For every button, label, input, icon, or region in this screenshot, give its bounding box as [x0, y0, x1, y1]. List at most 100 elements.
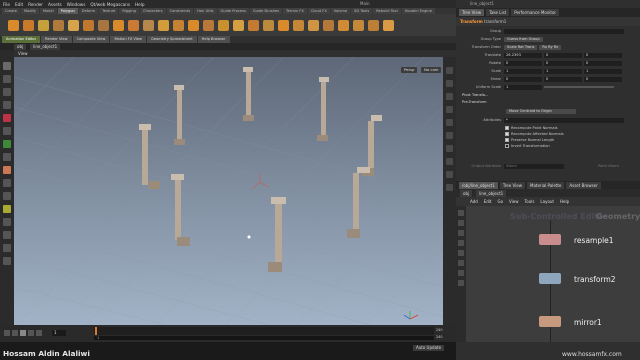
- path-root[interactable]: obj: [14, 43, 27, 50]
- brush-tool-icon[interactable]: [3, 153, 11, 161]
- shear-y-field[interactable]: 0: [544, 76, 582, 82]
- right-path-label[interactable]: line_object1: [470, 0, 494, 8]
- range-end-field[interactable]: 240: [436, 328, 442, 332]
- group-field[interactable]: [504, 28, 624, 34]
- divide-icon[interactable]: [218, 19, 229, 31]
- net-path-root[interactable]: obj: [460, 189, 473, 197]
- recompute-affected-normals-checkbox[interactable]: [505, 132, 509, 136]
- fuse-icon[interactable]: [98, 19, 109, 31]
- shear-x-field[interactable]: 0: [504, 76, 542, 82]
- rotate-z-field[interactable]: 0: [584, 60, 622, 66]
- frame-marker[interactable]: [95, 327, 97, 335]
- tab-motion-fx-view[interactable]: Motion FX View: [110, 36, 146, 43]
- menu-megascans[interactable]: Qt/web Megascans: [90, 2, 130, 7]
- polyknit-icon[interactable]: [113, 19, 124, 31]
- tab-net-tree-view[interactable]: Tree View: [499, 181, 525, 189]
- blast-icon[interactable]: [308, 19, 319, 31]
- menu-edit[interactable]: Edit: [15, 2, 23, 7]
- persp-menu-button[interactable]: Persp: [401, 67, 418, 73]
- global-end-field[interactable]: 240: [436, 335, 442, 339]
- edge-divide-icon[interactable]: [233, 19, 244, 31]
- net-select-icon[interactable]: [458, 210, 464, 216]
- smooth-icon[interactable]: [173, 19, 184, 31]
- net-menu-help[interactable]: Help: [560, 199, 569, 204]
- handle-tool-icon[interactable]: [3, 114, 11, 122]
- net-layout-icon[interactable]: [458, 230, 464, 236]
- display-uv-icon[interactable]: [446, 93, 453, 100]
- desktop-title[interactable]: Main: [360, 1, 370, 6]
- attributes-field[interactable]: *: [504, 117, 624, 123]
- node-resample1[interactable]: [539, 234, 561, 245]
- net-path-node[interactable]: line_object1: [476, 189, 507, 197]
- pre-transform-folder[interactable]: Pre-Transform: [456, 99, 640, 105]
- net-menu-add[interactable]: Add: [470, 199, 478, 204]
- scale-z-field[interactable]: 1: [584, 68, 622, 74]
- tab-take-list[interactable]: Take List: [486, 9, 510, 16]
- camera-tool-icon[interactable]: [3, 218, 11, 226]
- path-node[interactable]: line_object1: [30, 43, 61, 50]
- boolean-icon[interactable]: [293, 19, 304, 31]
- display-point-numbers-icon[interactable]: [446, 119, 453, 126]
- net-snap-icon[interactable]: [458, 250, 464, 256]
- rotate-tool-icon[interactable]: [3, 88, 11, 96]
- select-tool-icon[interactable]: [3, 62, 11, 70]
- current-frame-field[interactable]: 1: [52, 330, 66, 336]
- display-lights-icon[interactable]: [446, 158, 453, 165]
- node-transform2[interactable]: [539, 273, 561, 284]
- rotate-y-field[interactable]: 0: [544, 60, 582, 66]
- clean-icon[interactable]: [158, 19, 169, 31]
- display-normals-icon[interactable]: [446, 80, 453, 87]
- invert-transformation-checkbox[interactable]: [505, 144, 509, 148]
- facet-icon[interactable]: [248, 19, 259, 31]
- display-shadows-icon[interactable]: [446, 171, 453, 178]
- display-grid-icon[interactable]: [446, 132, 453, 139]
- polybridge-icon[interactable]: [38, 19, 49, 31]
- pivot-transform-folder[interactable]: Pivot Transfo...: [456, 92, 640, 98]
- net-note-icon[interactable]: [458, 280, 464, 286]
- jump-end-icon[interactable]: [36, 330, 42, 336]
- tab-geometry-spreadsheet[interactable]: Geometry Spreadsheet: [146, 36, 197, 43]
- menu-file[interactable]: File: [3, 2, 10, 7]
- scene-viewport[interactable]: [14, 57, 443, 325]
- menu-render[interactable]: Render: [28, 2, 43, 7]
- move-centroid-button[interactable]: Move Centroid to Origin: [506, 108, 576, 114]
- dissolve-icon[interactable]: [278, 19, 289, 31]
- polyreduce-icon[interactable]: [143, 19, 154, 31]
- display-options-icon[interactable]: [3, 231, 11, 239]
- snap-tool-icon[interactable]: [3, 179, 11, 187]
- rotate-x-field[interactable]: 0: [504, 60, 542, 66]
- subdivide-icon[interactable]: [188, 19, 199, 31]
- grid-tool-icon[interactable]: [3, 192, 11, 200]
- reverse-icon[interactable]: [263, 19, 274, 31]
- view-tool-icon[interactable]: [3, 140, 11, 148]
- net-menu-view[interactable]: View: [509, 199, 519, 204]
- tab-network[interactable]: /obj/line_object1: [459, 181, 498, 189]
- pose-tool-icon[interactable]: [3, 127, 11, 135]
- tab-help-browser[interactable]: Help Browser: [197, 36, 230, 43]
- revolve-icon[interactable]: [383, 19, 394, 31]
- auto-update-button[interactable]: Auto Update: [413, 345, 445, 351]
- polybevel-icon[interactable]: [23, 19, 34, 31]
- polyextrude-icon[interactable]: [8, 19, 19, 31]
- transform-order-menu[interactable]: Scale Rot Trans: [504, 44, 538, 50]
- camera-menu-button[interactable]: No cam: [421, 67, 442, 73]
- node-mirror1[interactable]: [539, 316, 561, 327]
- net-shape-icon[interactable]: [458, 270, 464, 276]
- jump-start-icon[interactable]: [4, 330, 10, 336]
- scale-tool-icon[interactable]: [3, 101, 11, 109]
- preserve-normal-length-checkbox[interactable]: [505, 138, 509, 142]
- net-menu-tools[interactable]: Tools: [525, 199, 535, 204]
- tab-animation-editor[interactable]: Animation Editor: [2, 36, 41, 43]
- shading-tool-icon[interactable]: [3, 257, 11, 265]
- tab-material-palette[interactable]: Material Palette: [527, 181, 565, 189]
- shear-z-field[interactable]: 0: [584, 76, 622, 82]
- light-tool-icon[interactable]: [3, 205, 11, 213]
- recompute-point-normals-checkbox[interactable]: [505, 126, 509, 130]
- display-ghost-icon[interactable]: [446, 184, 453, 191]
- output-attribute-field[interactable]: Xform: [504, 163, 564, 169]
- move-tool-icon[interactable]: [3, 75, 11, 83]
- net-menu-layout[interactable]: Layout: [540, 199, 554, 204]
- play-icon[interactable]: [20, 330, 26, 336]
- group-type-menu[interactable]: Guess from Group: [504, 36, 543, 42]
- net-grid-icon[interactable]: [458, 240, 464, 246]
